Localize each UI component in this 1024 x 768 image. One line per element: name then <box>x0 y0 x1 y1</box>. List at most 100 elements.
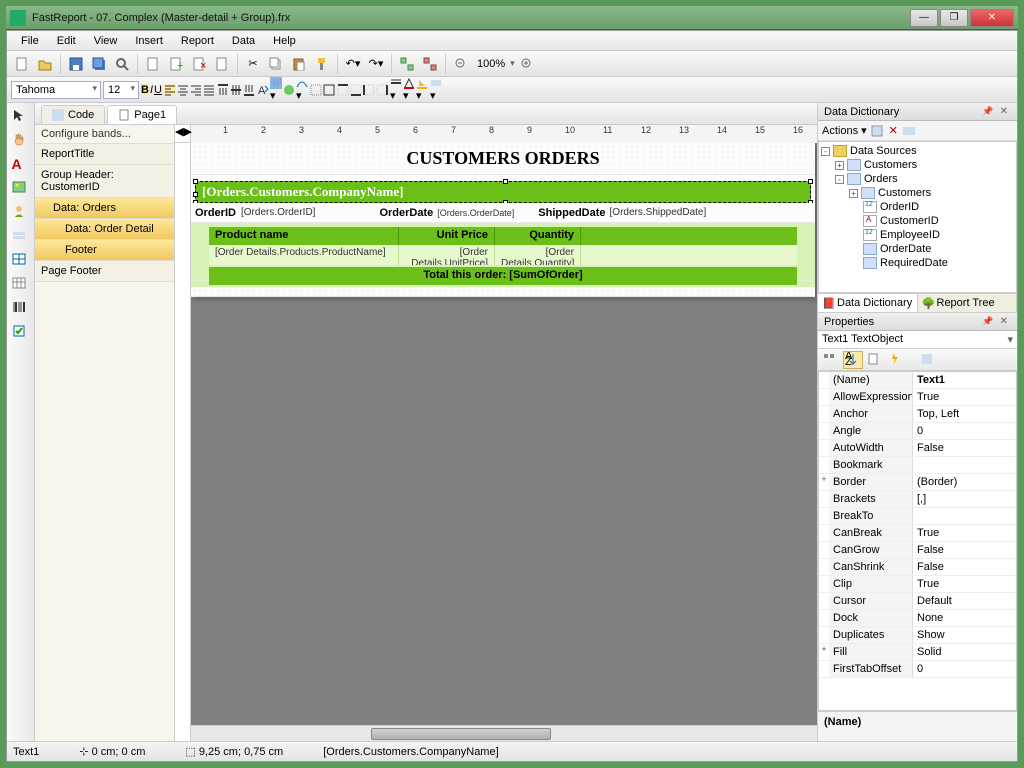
group-header-expr[interactable]: [Orders.Customers.CompanyName] <box>202 184 403 200</box>
format-button[interactable]: ▾ <box>296 77 308 102</box>
property-row[interactable]: +FillSolid <box>819 644 1016 661</box>
band-group-header[interactable]: [Orders.Customers.CompanyName] <box>195 181 811 203</box>
property-row[interactable]: CursorDefault <box>819 593 1016 610</box>
property-row[interactable]: CanGrowFalse <box>819 542 1016 559</box>
save-all-button[interactable] <box>88 53 110 75</box>
property-row[interactable]: DockNone <box>819 610 1016 627</box>
styles-button[interactable]: ▾ <box>430 77 442 102</box>
border-bottom-button[interactable] <box>350 84 362 96</box>
band-data-orders[interactable]: OrderID [Orders.OrderID] OrderDate [Orde… <box>191 203 815 223</box>
action-delete-icon[interactable]: ✕ <box>889 124 898 137</box>
property-row[interactable]: Angle0 <box>819 423 1016 440</box>
prop-sort-button[interactable]: AZ <box>843 351 863 369</box>
checkbox-tool[interactable] <box>11 323 31 343</box>
highlight-button[interactable] <box>283 84 295 96</box>
actions-dropdown[interactable]: Actions ▾ <box>822 124 867 137</box>
group-button[interactable] <box>396 53 418 75</box>
tab-code[interactable]: Code <box>41 105 105 124</box>
border-all-button[interactable] <box>323 84 335 96</box>
detail-hdr-product[interactable]: Product name <box>209 227 399 245</box>
detail-footer[interactable]: Total this order: [SumOfOrder] <box>209 267 797 285</box>
expand-icon[interactable]: + <box>835 161 844 170</box>
property-row[interactable]: BreakTo <box>819 508 1016 525</box>
align-justify-button[interactable] <box>203 84 215 96</box>
open-button[interactable] <box>34 53 56 75</box>
align-right-button[interactable] <box>190 84 202 96</box>
band-tool[interactable] <box>11 227 31 247</box>
italic-button[interactable]: I <box>150 84 153 96</box>
object-selector[interactable]: Text1 TextObject ▾ <box>818 331 1017 349</box>
prop-filter-button[interactable] <box>919 351 939 369</box>
align-left-button[interactable] <box>164 84 176 96</box>
band-item[interactable]: Group Header: CustomerID <box>35 165 174 198</box>
property-row[interactable]: CanBreakTrue <box>819 525 1016 542</box>
tab-page1[interactable]: Page1 <box>107 105 177 124</box>
property-row[interactable]: AllowExpressionTrue <box>819 389 1016 406</box>
valign-top-button[interactable] <box>217 84 229 96</box>
property-row[interactable]: Bookmark <box>819 457 1016 474</box>
table-tool[interactable] <box>11 251 31 271</box>
user-tool[interactable] <box>11 203 31 223</box>
report-title-text[interactable]: CUSTOMERS ORDERS <box>406 148 599 169</box>
menu-edit[interactable]: Edit <box>49 33 84 49</box>
prop-page-button[interactable] <box>865 351 885 369</box>
tree-node[interactable]: +Customers <box>821 158 1014 172</box>
new-button[interactable] <box>11 53 33 75</box>
menu-data[interactable]: Data <box>224 33 263 49</box>
vertical-ruler[interactable] <box>175 143 191 741</box>
text-rotate-button[interactable]: A <box>257 84 269 96</box>
report-page[interactable]: CUSTOMERS ORDERS [Orders.Customers.Compa… <box>191 143 815 297</box>
configure-bands-link[interactable]: Configure bands... <box>35 125 174 144</box>
band-item[interactable]: Data: Orders <box>35 198 174 219</box>
close-button[interactable]: ✕ <box>970 9 1014 27</box>
col-orderid-label[interactable]: OrderID <box>191 207 241 219</box>
col-shippeddate-label[interactable]: ShippedDate <box>534 207 609 219</box>
detail-hdr-price[interactable]: Unit Price <box>399 227 495 245</box>
property-row[interactable]: CanShrinkFalse <box>819 559 1016 576</box>
col-shippeddate-bind[interactable]: [Orders.ShippedDate] <box>610 207 707 218</box>
action-new-icon[interactable] <box>871 125 885 137</box>
tree-node[interactable]: RequiredDate <box>821 256 1014 270</box>
ungroup-button[interactable] <box>419 53 441 75</box>
design-canvas[interactable]: CUSTOMERS ORDERS [Orders.Customers.Compa… <box>191 143 817 725</box>
font-size-combo[interactable]: 12 <box>103 81 139 99</box>
select-tool[interactable] <box>11 107 31 127</box>
minimize-button[interactable]: ― <box>910 9 938 27</box>
band-report-title[interactable]: CUSTOMERS ORDERS <box>191 143 815 175</box>
detail-cell-product[interactable]: [Order Details.Products.ProductName] <box>209 245 399 265</box>
page-del-button[interactable]: × <box>188 53 210 75</box>
menu-help[interactable]: Help <box>265 33 304 49</box>
band-item[interactable]: ReportTitle <box>35 144 174 165</box>
redo-button[interactable]: ↷▾ <box>365 53 387 75</box>
undo-button[interactable]: ↶▾ <box>342 53 364 75</box>
panel-close-icon[interactable]: ✕ <box>997 316 1011 327</box>
col-orderdate-bind[interactable]: [Orders.OrderDate] <box>437 208 514 218</box>
menu-report[interactable]: Report <box>173 33 222 49</box>
panel-close-icon[interactable]: ✕ <box>997 106 1011 117</box>
line-color-button[interactable]: ▾ <box>403 77 415 102</box>
save-button[interactable] <box>65 53 87 75</box>
line-style-button[interactable]: ▾ <box>390 77 402 102</box>
pin-icon[interactable]: 📌 <box>979 106 996 117</box>
prop-events-button[interactable] <box>887 351 907 369</box>
menu-file[interactable]: File <box>13 33 47 49</box>
page-add-button[interactable]: + <box>165 53 187 75</box>
menu-insert[interactable]: Insert <box>127 33 171 49</box>
property-row[interactable]: AutoWidthFalse <box>819 440 1016 457</box>
band-item[interactable]: Data: Order Detail <box>35 219 174 240</box>
col-orderdate-label[interactable]: OrderDate <box>375 207 437 219</box>
expand-icon[interactable]: - <box>821 147 830 156</box>
property-grid[interactable]: (Name)Text1AllowExpressionTrueAnchorTop,… <box>818 371 1017 711</box>
underline-button[interactable]: U <box>154 84 162 96</box>
detail-cell-price[interactable]: [Order Details.UnitPrice] <box>399 245 495 265</box>
valign-bottom-button[interactable] <box>243 84 255 96</box>
property-row[interactable]: Brackets[,] <box>819 491 1016 508</box>
band-data-detail[interactable]: Product name Unit Price Quantity [Order … <box>191 223 815 281</box>
zoom-out-button[interactable] <box>450 53 472 75</box>
tab-data-dictionary[interactable]: 📕Data Dictionary <box>818 294 918 312</box>
detail-hdr-qty[interactable]: Quantity <box>495 227 581 245</box>
border-top-button[interactable] <box>337 84 349 96</box>
copy-button[interactable] <box>265 53 287 75</box>
text-tool[interactable]: A <box>11 155 31 175</box>
barcode-tool[interactable] <box>11 299 31 319</box>
